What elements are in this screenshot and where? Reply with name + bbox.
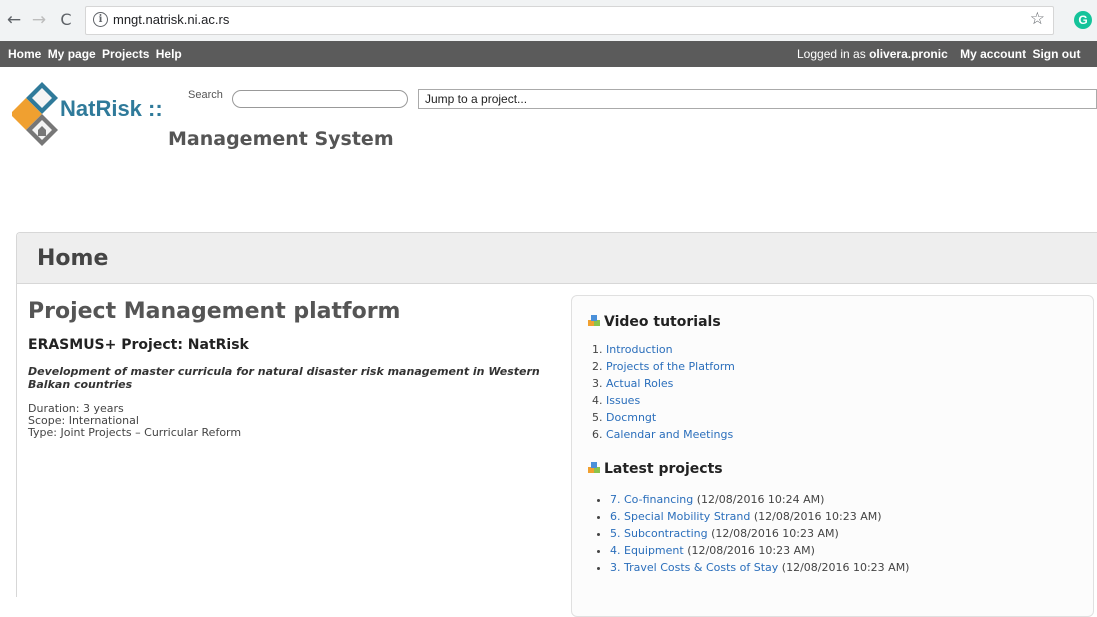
project-details: Duration: 3 years Scope: International T… bbox=[28, 403, 563, 439]
item-number: 3. bbox=[592, 377, 603, 390]
project-link[interactable]: 3. Travel Costs & Costs of Stay bbox=[610, 561, 778, 574]
jump-to-project-select[interactable]: Jump to a project... bbox=[418, 89, 1097, 109]
list-item: 4. Equipment (12/08/2016 10:23 AM) bbox=[610, 542, 909, 559]
top-menu: Home My page Projects Help Logged in as … bbox=[0, 41, 1097, 67]
list-item: 3. Actual Roles bbox=[592, 375, 735, 392]
logo-text[interactable]: NatRisk :: bbox=[60, 96, 163, 122]
grammarly-extension-icon[interactable]: G bbox=[1074, 11, 1092, 29]
list-item: 7. Co-financing (12/08/2016 10:24 AM) bbox=[610, 491, 909, 508]
url-text[interactable]: mngt.natrisk.ni.ac.rs bbox=[113, 12, 229, 27]
list-item: 3. Travel Costs & Costs of Stay (12/08/2… bbox=[610, 559, 909, 576]
latest-projects-title: Latest projects bbox=[604, 461, 723, 477]
platform-title: Project Management platform bbox=[28, 299, 401, 324]
my-account-link[interactable]: My account bbox=[960, 47, 1026, 61]
page-title: Home bbox=[37, 246, 109, 271]
reload-icon[interactable]: C bbox=[54, 8, 78, 32]
logo-separator: :: bbox=[141, 96, 163, 121]
tutorial-link[interactable]: Calendar and Meetings bbox=[606, 428, 733, 441]
browser-toolbar: ← → C i mngt.natrisk.ni.ac.rs ☆ G bbox=[0, 0, 1097, 42]
item-number: 6. bbox=[592, 428, 603, 441]
top-menu-left: Home My page Projects Help bbox=[8, 47, 185, 61]
project-date: (12/08/2016 10:23 AM) bbox=[707, 527, 839, 540]
top-menu-right: Logged in as olivera.pronic My account S… bbox=[797, 47, 1083, 61]
list-item: 5. Docmngt bbox=[592, 409, 735, 426]
project-link[interactable]: 7. Co-financing bbox=[610, 493, 693, 506]
content-header: Home bbox=[17, 233, 1097, 284]
list-item: 2. Projects of the Platform bbox=[592, 358, 735, 375]
project-type: Type: Joint Projects – Curricular Reform bbox=[28, 426, 242, 439]
tutorial-link[interactable]: Projects of the Platform bbox=[606, 360, 735, 373]
item-number: 4. bbox=[592, 394, 603, 407]
video-tutorials-title: Video tutorials bbox=[604, 314, 721, 330]
video-tutorials-list: 1. Introduction 2. Projects of the Platf… bbox=[592, 341, 735, 443]
latest-projects-heading: Latest projects bbox=[588, 461, 723, 477]
project-date: (12/08/2016 10:24 AM) bbox=[693, 493, 825, 506]
project-link[interactable]: 6. Special Mobility Strand bbox=[610, 510, 750, 523]
list-item: 6. Special Mobility Strand (12/08/2016 1… bbox=[610, 508, 909, 525]
sidebar-box: Video tutorials 1. Introduction 2. Proje… bbox=[571, 295, 1094, 617]
list-item: 5. Subcontracting (12/08/2016 10:23 AM) bbox=[610, 525, 909, 542]
item-number: 5. bbox=[592, 411, 603, 424]
latest-projects-list: 7. Co-financing (12/08/2016 10:24 AM) 6.… bbox=[610, 491, 909, 576]
tutorial-link[interactable]: Introduction bbox=[606, 343, 673, 356]
project-description: Development of master curricula for natu… bbox=[28, 365, 540, 391]
search-input[interactable] bbox=[232, 90, 408, 108]
site-info-icon[interactable]: i bbox=[93, 12, 108, 27]
username-link[interactable]: olivera.pronic bbox=[869, 47, 948, 61]
project-date: (12/08/2016 10:23 AM) bbox=[683, 544, 815, 557]
logged-in-prefix: Logged in as bbox=[797, 47, 870, 61]
logo-name: NatRisk bbox=[60, 96, 142, 121]
menu-projects-link[interactable]: Projects bbox=[102, 47, 149, 61]
puzzle-icon bbox=[588, 462, 600, 473]
list-item: 1. Introduction bbox=[592, 341, 735, 358]
project-link[interactable]: 4. Equipment bbox=[610, 544, 684, 557]
project-name: ERASMUS+ Project: NatRisk bbox=[28, 337, 249, 353]
forward-arrow-icon[interactable]: → bbox=[27, 8, 51, 32]
tutorial-link[interactable]: Actual Roles bbox=[606, 377, 673, 390]
puzzle-icon bbox=[588, 315, 600, 326]
sign-out-link[interactable]: Sign out bbox=[1032, 47, 1080, 61]
item-number: 1. bbox=[592, 343, 603, 356]
address-bar[interactable]: i mngt.natrisk.ni.ac.rs ☆ bbox=[85, 6, 1054, 35]
tutorial-link[interactable]: Issues bbox=[606, 394, 640, 407]
project-link[interactable]: 5. Subcontracting bbox=[610, 527, 708, 540]
tutorial-link[interactable]: Docmngt bbox=[606, 411, 656, 424]
project-date: (12/08/2016 10:23 AM) bbox=[778, 561, 910, 574]
platform-info: Project Management platform ERASMUS+ Pro… bbox=[28, 299, 563, 439]
list-item: 4. Issues bbox=[592, 392, 735, 409]
menu-help-link[interactable]: Help bbox=[156, 47, 182, 61]
site-subtitle: Management System bbox=[168, 128, 394, 150]
main-content: Home Project Management platform ERASMUS… bbox=[16, 232, 1097, 617]
back-arrow-icon[interactable]: ← bbox=[2, 8, 26, 32]
menu-my-page-link[interactable]: My page bbox=[48, 47, 96, 61]
video-tutorials-heading: Video tutorials bbox=[588, 314, 721, 330]
menu-home-link[interactable]: Home bbox=[8, 47, 41, 61]
item-number: 2. bbox=[592, 360, 603, 373]
list-item: 6. Calendar and Meetings bbox=[592, 426, 735, 443]
bookmark-star-icon[interactable]: ☆ bbox=[1030, 9, 1045, 29]
project-date: (12/08/2016 10:23 AM) bbox=[750, 510, 882, 523]
search-label: Search bbox=[188, 89, 223, 101]
